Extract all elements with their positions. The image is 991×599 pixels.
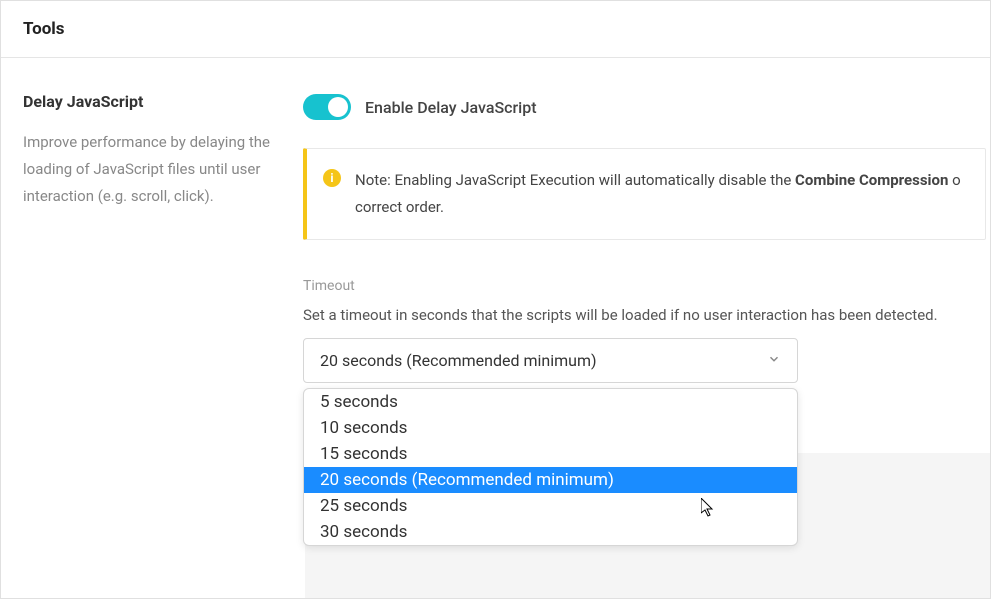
timeout-label: Timeout [303,278,990,294]
timeout-select-value: 20 seconds (Recommended minimum) [320,351,597,370]
section-description: Improve performance by delaying the load… [23,129,273,210]
notice-text: Note: Enabling JavaScript Execution will… [355,167,961,221]
section-sidebar: Delay JavaScript Improve performance by … [23,92,303,383]
enable-toggle[interactable] [303,94,351,120]
dropdown-option[interactable]: 30 seconds [304,519,797,545]
dropdown-option[interactable]: 15 seconds [304,441,797,467]
info-icon: i [323,169,341,187]
chevron-down-icon [767,352,781,370]
section-title: Delay JavaScript [23,92,273,111]
notice-prefix: Note: Enabling JavaScript Execution will… [355,171,795,189]
timeout-dropdown: 5 seconds10 seconds15 seconds20 seconds … [303,388,798,546]
enable-toggle-label: Enable Delay JavaScript [365,98,537,117]
page-title: Tools [23,19,968,39]
dropdown-option[interactable]: 20 seconds (Recommended minimum) [304,467,797,493]
toggle-knob [328,97,348,117]
dropdown-option[interactable]: 25 seconds [304,493,797,519]
dropdown-option[interactable]: 5 seconds [304,389,797,415]
timeout-description: Set a timeout in seconds that the script… [303,306,990,324]
info-notice: i Note: Enabling JavaScript Execution wi… [303,148,986,240]
notice-suffix: o [948,171,960,189]
dropdown-option[interactable]: 10 seconds [304,415,797,441]
timeout-select[interactable]: 20 seconds (Recommended minimum) [303,338,798,383]
notice-bold: Combine Compression [795,171,948,189]
notice-line2: correct order. [355,198,444,216]
page-header: Tools [1,1,990,58]
